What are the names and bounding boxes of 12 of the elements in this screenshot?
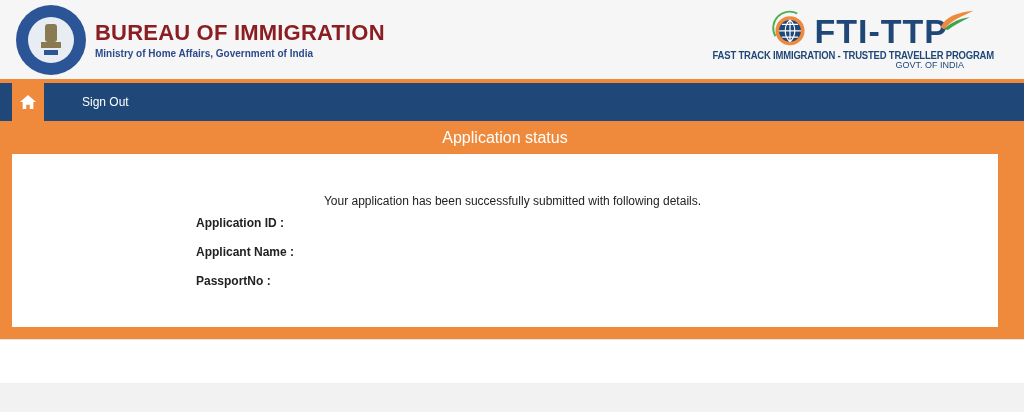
site-title: BUREAU OF IMMIGRATION — [95, 20, 385, 46]
field-label: Application ID : — [196, 216, 285, 230]
program-tagline: FAST TRACK IMMIGRATION - TRUSTED TRAVELLER PROGRAM — [712, 47, 994, 62]
program-subtitle: GOVT. OF INDIA — [895, 60, 964, 70]
field-label: PassportNo : — [196, 274, 272, 288]
field-label: Applicant Name : — [196, 245, 295, 259]
program-logo-text: FTI-TTP — [814, 13, 948, 49]
status-message: Your application has been successfully submitted with following details. — [322, 194, 703, 208]
site-subtitle: Ministry of Home Affairs, Government of India — [95, 48, 314, 59]
home-icon — [19, 94, 37, 110]
sign-out-link[interactable]: Sign Out — [44, 83, 167, 121]
panel-title: Application status — [441, 128, 569, 148]
